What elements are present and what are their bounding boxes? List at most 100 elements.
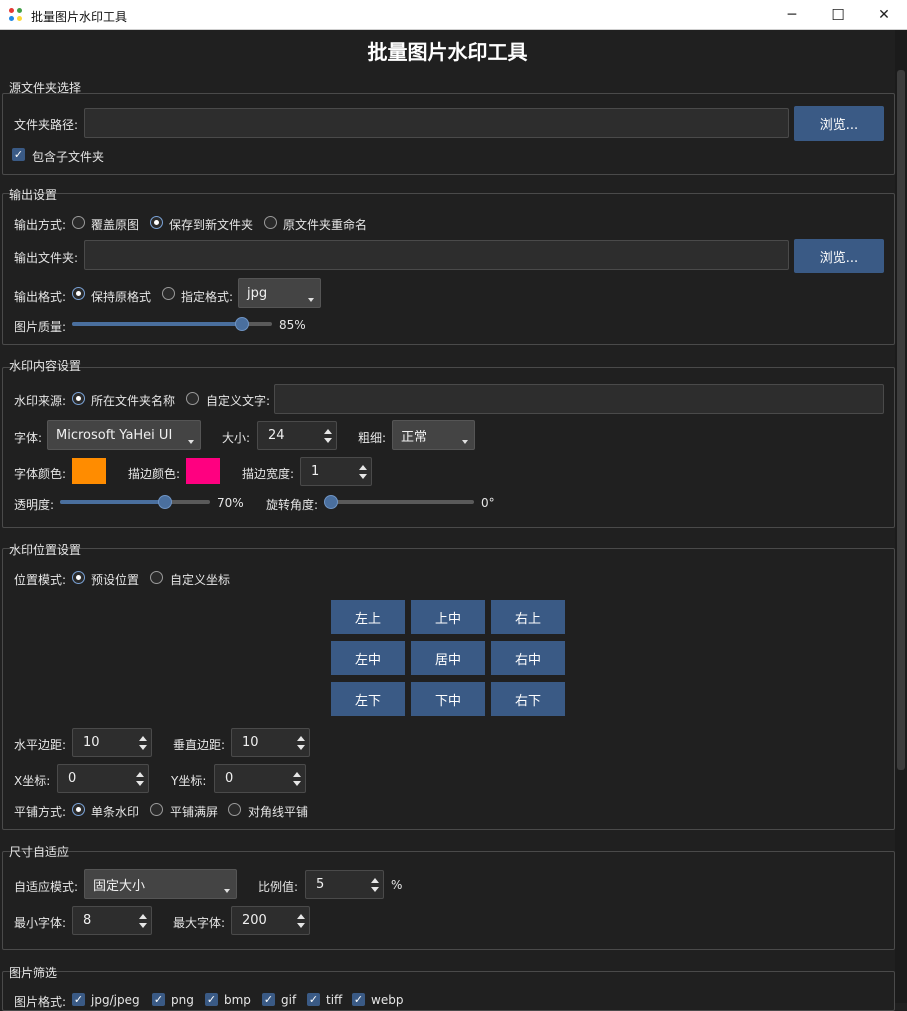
rotation-slider[interactable] [324,494,474,510]
min-font-label: 最小字体: [14,916,67,930]
tile-diagonal-radio[interactable] [228,803,241,816]
keep-format-label: 保持原格式 [91,290,152,304]
y-coord-label: Y坐标: [171,774,207,788]
rotation-label: 旋转角度: [266,498,319,512]
output-method-label: 输出方式: [14,218,67,232]
adapt-mode-select[interactable]: 固定大小 [84,869,237,899]
quality-value: 85% [279,318,306,332]
format-select[interactable]: jpg [238,278,321,308]
output-method-overwrite-radio[interactable] [72,216,85,229]
min-font-spinbox[interactable]: 8 [72,906,152,935]
position-preset-radio[interactable] [72,571,85,584]
tile-mode-label: 平铺方式: [14,805,67,819]
spin-arrows-icon[interactable] [371,877,379,892]
pos-top-center-button[interactable]: 上中 [411,600,485,634]
spin-arrows-icon[interactable] [293,771,301,786]
custom-text-input[interactable] [274,384,884,414]
pos-top-right-button[interactable]: 右上 [491,600,565,634]
close-button[interactable]: ✕ [861,0,907,30]
minimize-button[interactable]: ─ [769,0,815,30]
include-subfolders-checkbox[interactable]: ✓ [12,148,25,161]
spin-arrows-icon[interactable] [136,771,144,786]
filter-png-checkbox[interactable]: ✓ [152,993,165,1006]
ratio-label: 比例值: [258,880,299,894]
chevron-down-icon [462,440,468,444]
tile-full-label: 平铺满屏 [170,805,219,819]
h-margin-value: 10 [83,735,100,750]
max-font-spinbox[interactable]: 200 [231,906,310,935]
spin-arrows-icon[interactable] [297,913,305,928]
opacity-value: 70% [217,496,244,510]
weight-select[interactable]: 正常 [392,420,475,450]
source-folder-name-radio[interactable] [72,392,85,405]
source-custom-radio[interactable] [186,392,199,405]
quality-slider[interactable] [72,316,272,332]
spin-arrows-icon[interactable] [297,735,305,750]
position-preset-label: 预设位置 [91,573,140,587]
spin-arrows-icon[interactable] [139,913,147,928]
output-method-rename-radio[interactable] [264,216,277,229]
include-subfolders-label: 包含子文件夹 [32,150,105,164]
stroke-width-spinbox[interactable]: 1 [300,457,372,486]
font-select[interactable]: Microsoft YaHei UI [47,420,201,450]
position-custom-radio[interactable] [150,571,163,584]
adapt-mode-value: 固定大小 [93,878,146,894]
keep-format-radio[interactable] [72,287,85,300]
filter-webp-label: webp [371,993,404,1007]
adapt-group-title: 尺寸自适应 [9,845,70,859]
output-browse-button[interactable]: 浏览... [794,239,884,273]
source-browse-button[interactable]: 浏览... [794,106,884,141]
pos-middle-left-button[interactable]: 左中 [331,641,405,675]
h-margin-spinbox[interactable]: 10 [72,728,152,757]
opacity-slider[interactable] [60,494,210,510]
specify-format-radio[interactable] [162,287,175,300]
pos-bottom-center-button[interactable]: 下中 [411,682,485,716]
font-select-value: Microsoft YaHei UI [56,427,173,443]
pos-top-left-button[interactable]: 左上 [331,600,405,634]
output-folder-input[interactable] [84,240,789,270]
source-folder-name-label: 所在文件夹名称 [91,394,176,408]
source-folder-input[interactable] [84,108,789,138]
filter-tiff-checkbox[interactable]: ✓ [307,993,320,1006]
quality-label: 图片质量: [14,320,67,334]
filter-bmp-checkbox[interactable]: ✓ [205,993,218,1006]
font-color-swatch[interactable] [72,458,106,484]
filter-jpg-checkbox[interactable]: ✓ [72,993,85,1006]
output-folder-label: 输出文件夹: [14,251,79,265]
scrollbar-thumb[interactable] [897,70,905,770]
position-group-title: 水印位置设置 [9,543,82,557]
spin-arrows-icon[interactable] [139,735,147,750]
stroke-color-swatch[interactable] [186,458,220,484]
pos-bottom-left-button[interactable]: 左下 [331,682,405,716]
output-format-label: 输出格式: [14,290,67,304]
pos-center-button[interactable]: 居中 [411,641,485,675]
filter-gif-checkbox[interactable]: ✓ [262,993,275,1006]
ratio-spinbox[interactable]: 5 [305,870,384,899]
filter-png-label: png [171,993,194,1007]
quality-slider-handle[interactable] [235,317,249,331]
filter-webp-checkbox[interactable]: ✓ [352,993,365,1006]
spin-arrows-icon[interactable] [324,428,332,443]
x-coord-label: X坐标: [14,774,51,788]
rotation-slider-handle[interactable] [324,495,338,509]
v-margin-spinbox[interactable]: 10 [231,728,310,757]
title-bar: 批量图片水印工具 ─ ☐ ✕ [0,0,907,30]
y-coord-spinbox[interactable]: 0 [214,764,306,793]
tile-full-radio[interactable] [150,803,163,816]
vertical-scrollbar[interactable] [895,30,907,1003]
chevron-down-icon [308,298,314,302]
opacity-slider-fill [60,500,165,504]
maximize-button[interactable]: ☐ [815,0,861,30]
source-group-title: 源文件夹选择 [9,81,82,95]
pos-middle-right-button[interactable]: 右中 [491,641,565,675]
x-coord-spinbox[interactable]: 0 [57,764,149,793]
ratio-unit: % [391,878,403,892]
font-size-spinbox[interactable]: 24 [257,421,337,450]
output-method-newfolder-radio[interactable] [150,216,163,229]
max-font-value: 200 [242,913,267,928]
spin-arrows-icon[interactable] [359,464,367,479]
pos-bottom-right-button[interactable]: 右下 [491,682,565,716]
opacity-slider-handle[interactable] [158,495,172,509]
font-size-value: 24 [268,428,285,443]
tile-single-radio[interactable] [72,803,85,816]
